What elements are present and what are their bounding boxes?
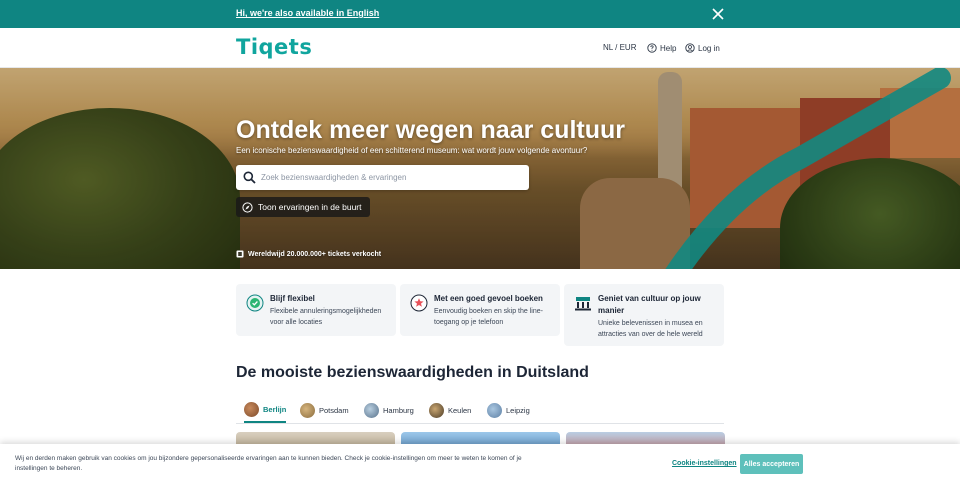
search-input[interactable] [261, 169, 521, 186]
feature-title: Blijf flexibel [270, 294, 315, 303]
tickets-sold-label: Wereldwijd 20.000.000+ tickets verkocht [248, 250, 382, 258]
tab-label: Potsdam [319, 405, 349, 415]
login-label: Log in [698, 43, 720, 53]
accept-all-button[interactable]: Alles accepteren [740, 454, 803, 474]
site-header: Tiqets NL / EUR Help Log in [0, 28, 960, 68]
city-thumbnail [300, 402, 315, 418]
cookie-settings-link[interactable]: Cookie-instellingen [672, 460, 737, 467]
feature-description: Flexibele annuleringsmogelijkheden voor … [270, 308, 382, 326]
search-icon [243, 171, 256, 184]
feature-card-culture: Geniet van cultuur op jouw manier Unieke… [564, 284, 724, 346]
tab-label: Hamburg [383, 405, 414, 415]
language-currency-label: NL / EUR [603, 43, 637, 52]
help-label: Help [660, 43, 677, 53]
hero-title: Ontdek meer wegen naar cultuur [236, 116, 625, 144]
feature-card-flexible: Blijf flexibel Flexibele annuleringsmoge… [236, 284, 396, 336]
tab-potsdam[interactable]: Potsdam [300, 397, 349, 423]
ticket-star-icon [410, 294, 428, 312]
logo[interactable]: Tiqets [236, 35, 312, 59]
nearby-experiences-button[interactable]: Toon ervaringen in de buurt [236, 197, 370, 217]
section-title: De mooiste bezienswaardigheden in Duitsl… [236, 364, 589, 381]
login-link[interactable]: Log in [685, 43, 720, 53]
compass-icon [242, 201, 253, 213]
help-icon [647, 43, 657, 53]
tab-berlijn[interactable]: Berlijn [244, 397, 287, 423]
city-thumbnail [364, 402, 379, 418]
help-link[interactable]: Help [647, 43, 676, 53]
cookie-text: Wij en derden maken gebruik van cookies … [15, 455, 522, 472]
ticket-icon [236, 250, 244, 258]
cookie-bar: Wij en derden maken gebruik van cookies … [0, 444, 960, 485]
tab-label: Keulen [448, 405, 472, 415]
city-thumbnail [244, 401, 259, 417]
feature-title: Met een goed gevoel boeken [434, 294, 543, 303]
city-tabs: Berlijn Potsdam Hamburg Keulen Leipzig [236, 394, 724, 424]
museum-icon [575, 297, 591, 311]
city-thumbnail [487, 402, 502, 418]
english-site-link[interactable]: Hi, we're also available in English [236, 8, 379, 18]
city-thumbnail [429, 402, 444, 418]
feature-card-booking: Met een goed gevoel boeken Eenvoudig boe… [400, 284, 560, 336]
calendar-check-icon [246, 294, 264, 312]
feature-title: Geniet van cultuur op jouw manier [598, 294, 701, 315]
language-banner: Hi, we're also available in English [0, 0, 960, 28]
search-box[interactable] [236, 165, 529, 190]
feature-description: Eenvoudig boeken en skip the line-toegan… [434, 308, 543, 326]
feature-description: Unieke belevenissen in musea en attracti… [598, 320, 703, 338]
tab-label: Leipzig [506, 405, 530, 415]
tab-keulen[interactable]: Keulen [429, 397, 471, 423]
hero-section: Ontdek meer wegen naar cultuur Een iconi… [0, 68, 960, 269]
close-icon[interactable] [710, 6, 726, 22]
tab-leipzig[interactable]: Leipzig [487, 397, 530, 423]
user-icon [685, 43, 695, 53]
hero-subtitle: Een iconische bezienswaardigheid of een … [236, 146, 588, 155]
tab-hamburg[interactable]: Hamburg [364, 397, 414, 423]
tab-label: Berlijn [263, 404, 287, 414]
language-currency-selector[interactable]: NL / EUR [603, 43, 637, 52]
tickets-sold-note: Wereldwijd 20.000.000+ tickets verkocht [236, 250, 381, 258]
nearby-experiences-label: Toon ervaringen in de buurt [258, 202, 362, 212]
